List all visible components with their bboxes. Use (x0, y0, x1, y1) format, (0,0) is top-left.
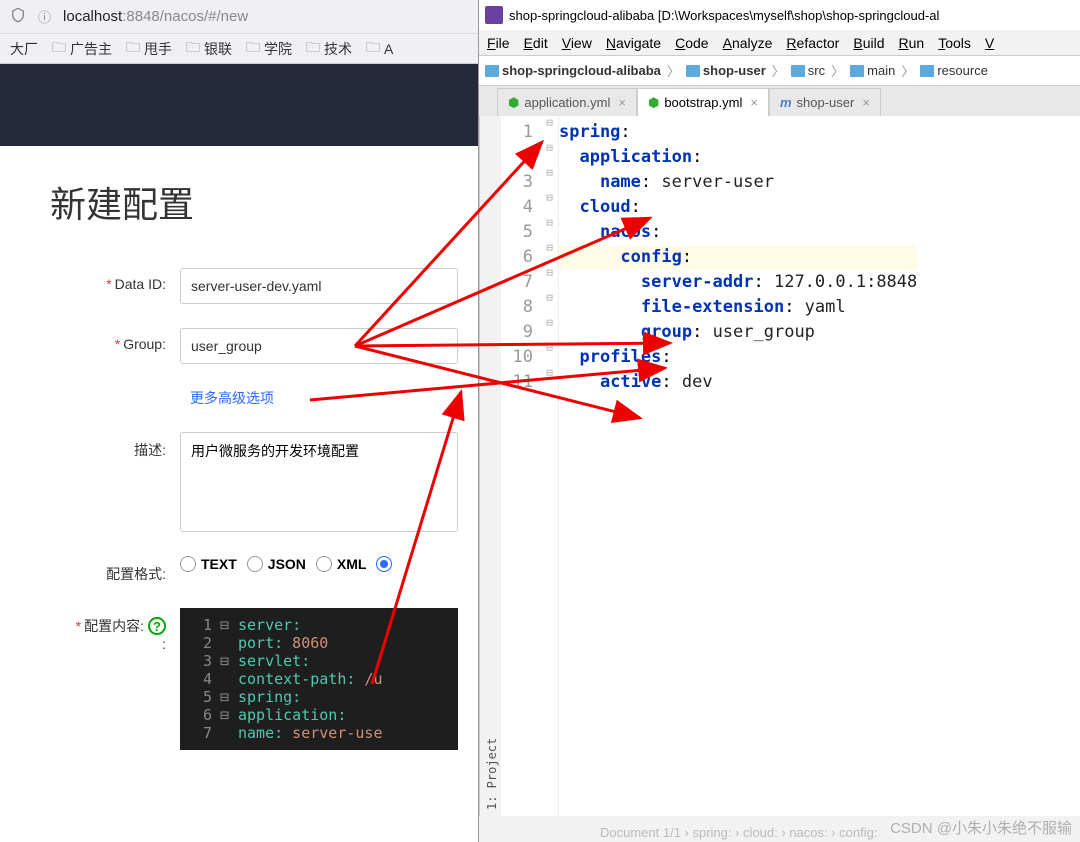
page-title: 新建配置 (50, 176, 458, 228)
spring-leaf-icon: ⬢ (648, 95, 659, 111)
menu-run[interactable]: Run (898, 35, 924, 51)
folder-icon (920, 65, 934, 77)
ide-menu-bar[interactable]: File Edit View Navigate Code Analyze Refactor B… (479, 30, 1080, 56)
ide-window: shop-springcloud-alibaba [D:\Workspaces\… (478, 0, 1080, 842)
menu-file[interactable]: File (487, 35, 510, 51)
module-icon: m (780, 95, 792, 110)
help-icon[interactable]: ? (148, 617, 166, 635)
close-icon[interactable]: × (862, 95, 870, 110)
spring-leaf-icon: ⬢ (508, 95, 519, 111)
shield-icon (10, 7, 26, 26)
ide-title-bar: shop-springcloud-alibaba [D:\Workspaces\… (479, 0, 1080, 30)
menu-view[interactable]: View (562, 35, 592, 51)
crumb-item[interactable]: src (791, 63, 825, 78)
folder-icon: 🗀 (246, 37, 260, 61)
project-tool-button[interactable]: 1: Project (479, 116, 501, 816)
ide-code-area[interactable]: spring: application: name: server-user c… (559, 116, 917, 816)
ide-tab-bar[interactable]: ⬢application.yml×⬢bootstrap.yml×mshop-us… (479, 86, 1080, 116)
intellij-icon (485, 6, 503, 24)
info-icon: ⓘ (38, 7, 51, 26)
content-label: *配置内容:? : (50, 608, 180, 652)
menu-v[interactable]: V (985, 35, 994, 51)
nacos-dark-header (0, 64, 478, 146)
folder-icon: 🗀 (186, 37, 200, 61)
editor-tab[interactable]: ⬢application.yml× (497, 88, 637, 116)
folder-icon (485, 65, 499, 77)
more-options-link[interactable]: 更多高级选项 (190, 388, 274, 408)
ide-fold-column[interactable]: ⊟⊟⊟⊟⊟⊟⊟⊟⊟⊟⊟ (541, 116, 559, 816)
close-icon[interactable]: × (750, 95, 758, 110)
folder-icon: 🗀 (366, 37, 380, 61)
crumb-item[interactable]: resource (920, 63, 988, 78)
desc-label: 描述: (50, 432, 180, 460)
crumb-item[interactable]: shop-user (686, 63, 766, 78)
folder-icon: 🗀 (126, 37, 140, 61)
bookmark-item[interactable]: 🗀银联 (186, 37, 232, 61)
ide-editor[interactable]: 1: Project 1234567891011 ⊟⊟⊟⊟⊟⊟⊟⊟⊟⊟⊟ spr… (479, 116, 1080, 816)
config-code-editor[interactable]: 1⊟server:2 port: 80603⊟ servlet:4 contex… (180, 608, 458, 750)
desc-textarea[interactable]: 用户微服务的开发环境配置 (180, 432, 458, 532)
crumb-item[interactable]: main (850, 63, 895, 78)
format-radio-selected[interactable] (376, 556, 392, 572)
menu-code[interactable]: Code (675, 35, 708, 51)
close-icon[interactable]: × (618, 95, 626, 110)
bookmark-item[interactable]: 🗀甩手 (126, 37, 172, 61)
folder-icon (791, 65, 805, 77)
format-radio-text[interactable]: TEXT (180, 556, 237, 572)
menu-navigate[interactable]: Navigate (606, 35, 661, 51)
data-id-label: *Data ID: (50, 268, 180, 292)
ide-breadcrumb[interactable]: shop-springcloud-alibaba〉shop-user〉src〉m… (479, 56, 1080, 86)
menu-refactor[interactable]: Refactor (786, 35, 839, 51)
data-id-input[interactable] (180, 268, 458, 304)
bookmark-item[interactable]: 大厂 (10, 39, 38, 59)
ide-gutter: 1234567891011 (501, 116, 541, 816)
folder-icon (850, 65, 864, 77)
editor-tab[interactable]: mshop-user× (769, 88, 881, 116)
bookmark-item[interactable]: 🗀A (366, 37, 393, 61)
bookmark-item[interactable]: 🗀技术 (306, 37, 352, 61)
watermark: CSDN @小朱小朱绝不服输 (890, 817, 1072, 838)
format-radio-json[interactable]: JSON (247, 556, 306, 572)
format-label: 配置格式: (50, 556, 180, 584)
ide-status-bar: Document 1/1 › spring: › cloud: › nacos:… (600, 825, 877, 840)
bookmark-item[interactable]: 🗀广告主 (52, 37, 112, 61)
nacos-body: 新建配置 *Data ID: *Group: 更多高级选项 描述: 用户微服务的… (0, 146, 478, 794)
crumb-item[interactable]: shop-springcloud-alibaba (485, 63, 661, 78)
folder-icon: 🗀 (52, 37, 66, 61)
url-text: localhost:8848/nacos/#/new (63, 8, 248, 25)
menu-edit[interactable]: Edit (524, 35, 548, 51)
editor-tab[interactable]: ⬢bootstrap.yml× (637, 88, 769, 116)
folder-icon (686, 65, 700, 77)
menu-tools[interactable]: Tools (938, 35, 971, 51)
group-input[interactable] (180, 328, 458, 364)
folder-icon: 🗀 (306, 37, 320, 61)
format-radio-xml[interactable]: XML (316, 556, 367, 572)
bookmark-item[interactable]: 🗀学院 (246, 37, 292, 61)
menu-analyze[interactable]: Analyze (723, 35, 773, 51)
group-label: *Group: (50, 328, 180, 352)
menu-build[interactable]: Build (853, 35, 884, 51)
